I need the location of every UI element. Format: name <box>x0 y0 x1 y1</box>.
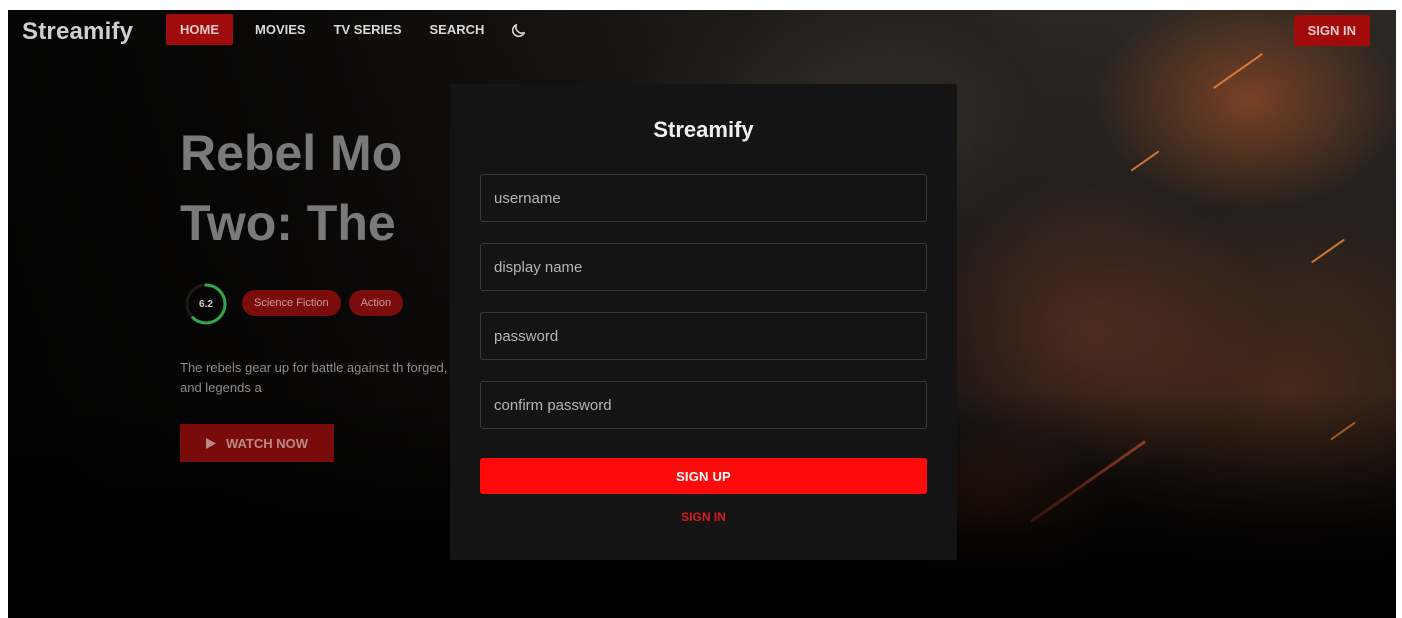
rating-circle: 6.2 <box>184 282 228 326</box>
nav-item-movies[interactable]: MOVIES <box>241 14 320 45</box>
sign-up-button[interactable]: SIGN UP <box>480 458 927 494</box>
watch-now-label: WATCH NOW <box>225 435 309 451</box>
app-frame: Streamify HOME MOVIES TV SERIES SEARCH S… <box>8 10 1396 618</box>
confirm-password-input[interactable] <box>480 381 927 429</box>
genre-tag[interactable]: Action <box>348 290 404 316</box>
modal-title: Streamify <box>653 117 754 142</box>
sign-in-button[interactable]: SIGN IN <box>1293 15 1370 46</box>
top-navigation-bar: Streamify HOME MOVIES TV SERIES SEARCH S… <box>8 10 1396 56</box>
genre-tag[interactable]: Science Fiction <box>242 290 341 316</box>
nav-item-search[interactable]: SEARCH <box>416 14 499 45</box>
signup-modal: Streamify SIGN UP SIGN IN <box>450 84 957 560</box>
genre-tags: Science Fiction Action <box>242 290 404 316</box>
moon-icon[interactable] <box>506 17 532 43</box>
nav-item-home[interactable]: HOME <box>166 14 233 45</box>
play-icon <box>205 437 216 449</box>
site-logo[interactable]: Streamify <box>22 18 133 46</box>
password-input[interactable] <box>480 312 927 360</box>
username-input[interactable] <box>480 174 927 222</box>
sign-in-link[interactable]: SIGN IN <box>450 510 957 524</box>
main-nav: HOME MOVIES TV SERIES SEARCH <box>166 14 532 45</box>
display-name-input[interactable] <box>480 243 927 291</box>
nav-item-tv-series[interactable]: TV SERIES <box>320 14 416 45</box>
rating-value: 6.2 <box>199 298 213 310</box>
watch-now-button[interactable]: WATCH NOW <box>180 424 334 462</box>
